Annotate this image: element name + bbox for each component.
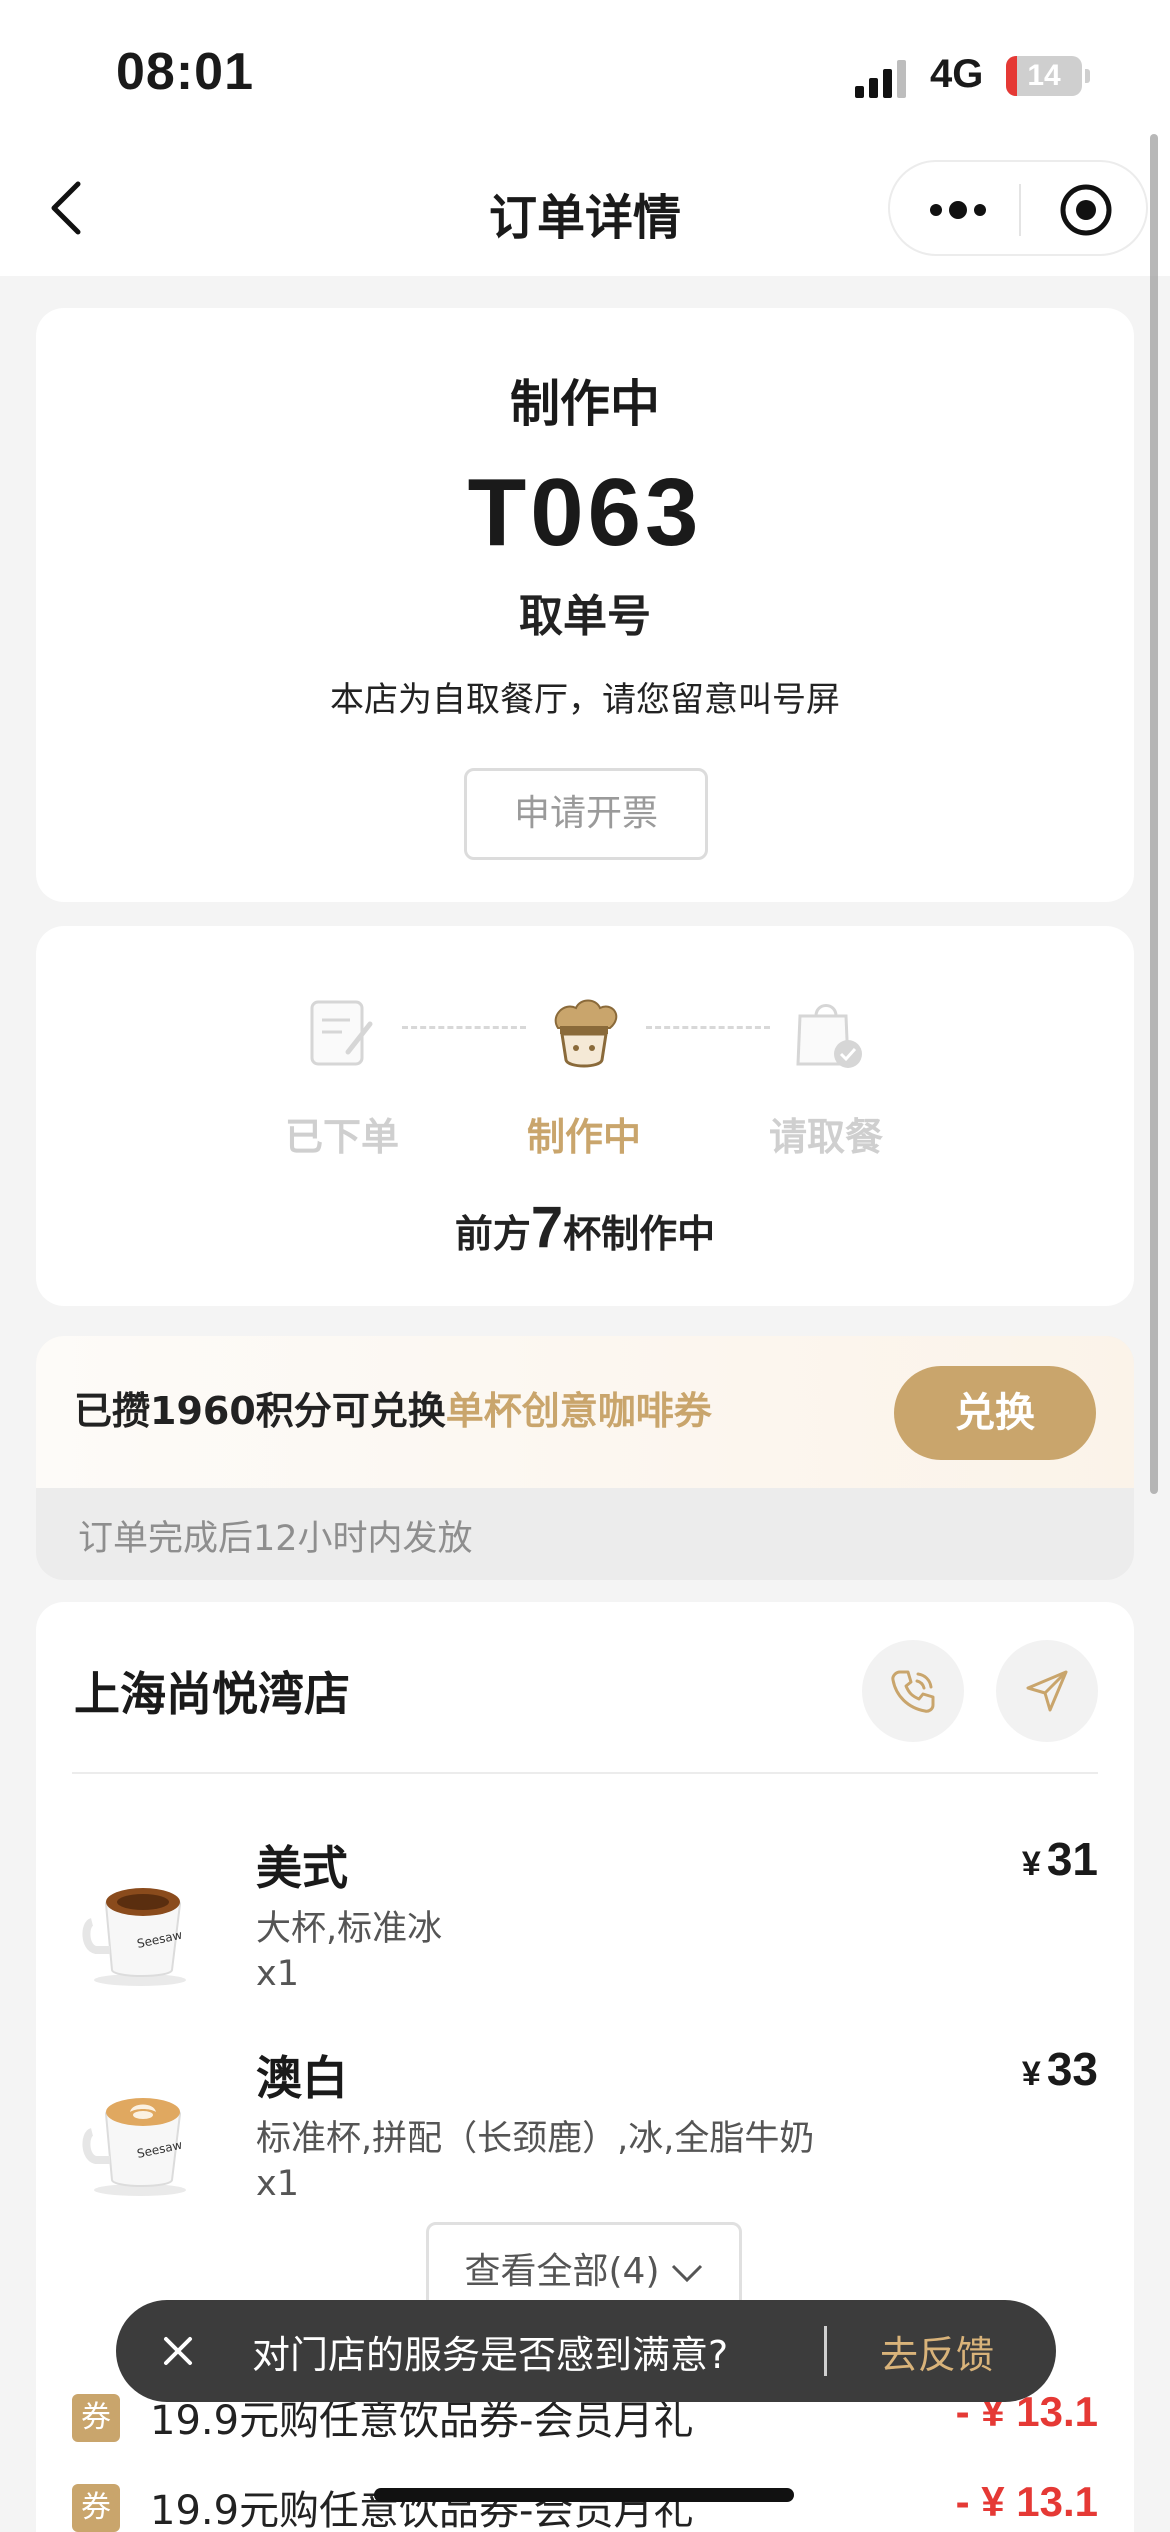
give-feedback-button[interactable]: 去反馈 [880, 2324, 994, 2379]
status-time: 08:01 [116, 43, 254, 101]
step-label: 制作中 [526, 1115, 641, 1159]
store-name: 上海尚悦湾店 [74, 1667, 350, 1721]
order-placed-icon [310, 1000, 373, 1066]
queue-prefix: 前方 [454, 1212, 531, 1256]
close-icon[interactable] [158, 2331, 198, 2371]
miniapp-capsule [888, 160, 1148, 256]
queue-suffix: 杯制作中 [563, 1212, 716, 1256]
toast-divider [824, 2326, 827, 2376]
navigation-arrow-icon [1026, 1670, 1068, 1712]
navigate-store-button[interactable] [996, 1640, 1098, 1742]
points-balance: 已攒1960积分可兑换 [74, 1389, 446, 1433]
coupon-badge: 券 [72, 2484, 120, 2532]
currency-symbol: ¥ [1021, 2055, 1041, 2093]
pickup-number: T063 [467, 459, 703, 566]
coupon-row: 券 19.9元购任意饮品券-会员月礼 - ¥ 13.1 [36, 2478, 1134, 2532]
item-spec: 大杯,标准冰 [256, 1909, 443, 1949]
chevron-down-icon [671, 2264, 702, 2283]
item-name: 美式 [256, 1841, 348, 1895]
chef-icon [554, 999, 618, 1068]
battery-level: 14 [1027, 59, 1061, 92]
order-status-title: 制作中 [510, 375, 660, 433]
close-miniapp-icon[interactable] [1058, 182, 1114, 238]
feedback-toast: 对门店的服务是否感到满意? 去反馈 [116, 2300, 1056, 2402]
phone-icon [891, 1670, 935, 1713]
item-price: ¥33 [1022, 2042, 1098, 2096]
price-value: 33 [1046, 2043, 1098, 2095]
points-reward: 单杯创意咖啡券 [445, 1389, 712, 1433]
price-value: 31 [1046, 1833, 1098, 1885]
item-name: 澳白 [256, 2051, 348, 2105]
item-quantity: x1 [256, 1954, 299, 1994]
step-ready-for-pickup: 请取餐 [726, 994, 926, 1161]
status-bar: 08:01 4G 14 [0, 0, 1170, 138]
network-type: 4G [930, 52, 984, 96]
nav-bar: 订单详情 [0, 138, 1170, 276]
item-quantity: x1 [256, 2164, 299, 2204]
more-icon[interactable] [926, 190, 990, 230]
step-in-progress: 制作中 [484, 994, 684, 1161]
step-order-placed: 已下单 [242, 994, 442, 1161]
queue-status: 前方7杯制作中 [36, 1194, 1134, 1261]
order-status-card: 制作中 T063 取单号 本店为自取餐厅，请您留意叫号屏 申请开票 [36, 308, 1134, 902]
coupon-discount: - ¥ 13.1 [955, 2478, 1098, 2525]
redeem-button[interactable]: 兑换 [894, 1366, 1096, 1460]
step-label: 请取餐 [768, 1115, 883, 1159]
feedback-message: 对门店的服务是否感到满意? [252, 2333, 729, 2377]
queue-count: 7 [530, 1195, 564, 1260]
americano-cup-image: Seesaw [82, 1888, 186, 1986]
order-item: Seesaw 美式 大杯,标准冰 x1 ¥31 [36, 1826, 1134, 2026]
request-invoice-button[interactable]: 申请开票 [464, 768, 708, 860]
order-item: Seesaw 澳白 标准杯,拼配（长颈鹿）,冰,全脂牛奶 x1 ¥33 [36, 2036, 1134, 2236]
signal-icon [855, 60, 906, 98]
coupon-name: 19.9元购任意饮品券-会员月礼 [150, 2488, 694, 2532]
scrollbar[interactable] [1150, 134, 1158, 1494]
pickup-bag-icon [796, 1004, 862, 1068]
coupon-badge: 券 [72, 2394, 120, 2442]
points-note: 订单完成后12小时内发放 [78, 1519, 473, 1559]
view-all-label: 查看全部(4) [464, 2251, 660, 2292]
points-banner: 已攒1960积分可兑换单杯创意咖啡券 兑换 [36, 1336, 1134, 1488]
item-price: ¥31 [1022, 1832, 1098, 1886]
item-spec: 标准杯,拼配（长颈鹿）,冰,全脂牛奶 [256, 2119, 815, 2159]
progress-card: 已下单 制作中 请取餐 前方7杯制作中 [36, 926, 1134, 1306]
store-notice: 本店为自取餐厅，请您留意叫号屏 [330, 680, 840, 720]
points-card: 已攒1960积分可兑换单杯创意咖啡券 兑换 订单完成后12小时内发放 [36, 1336, 1134, 1580]
pickup-number-label: 取单号 [519, 591, 651, 642]
flat-white-cup-image: Seesaw [82, 2098, 186, 2196]
home-indicator[interactable] [374, 2488, 794, 2502]
step-label: 已下单 [284, 1115, 399, 1159]
battery-icon: 14 [1006, 56, 1090, 96]
currency-symbol: ¥ [1021, 1845, 1041, 1883]
points-text: 已攒1960积分可兑换单杯创意咖啡券 [74, 1380, 712, 1435]
call-store-button[interactable] [862, 1640, 964, 1742]
divider [72, 1772, 1098, 1774]
